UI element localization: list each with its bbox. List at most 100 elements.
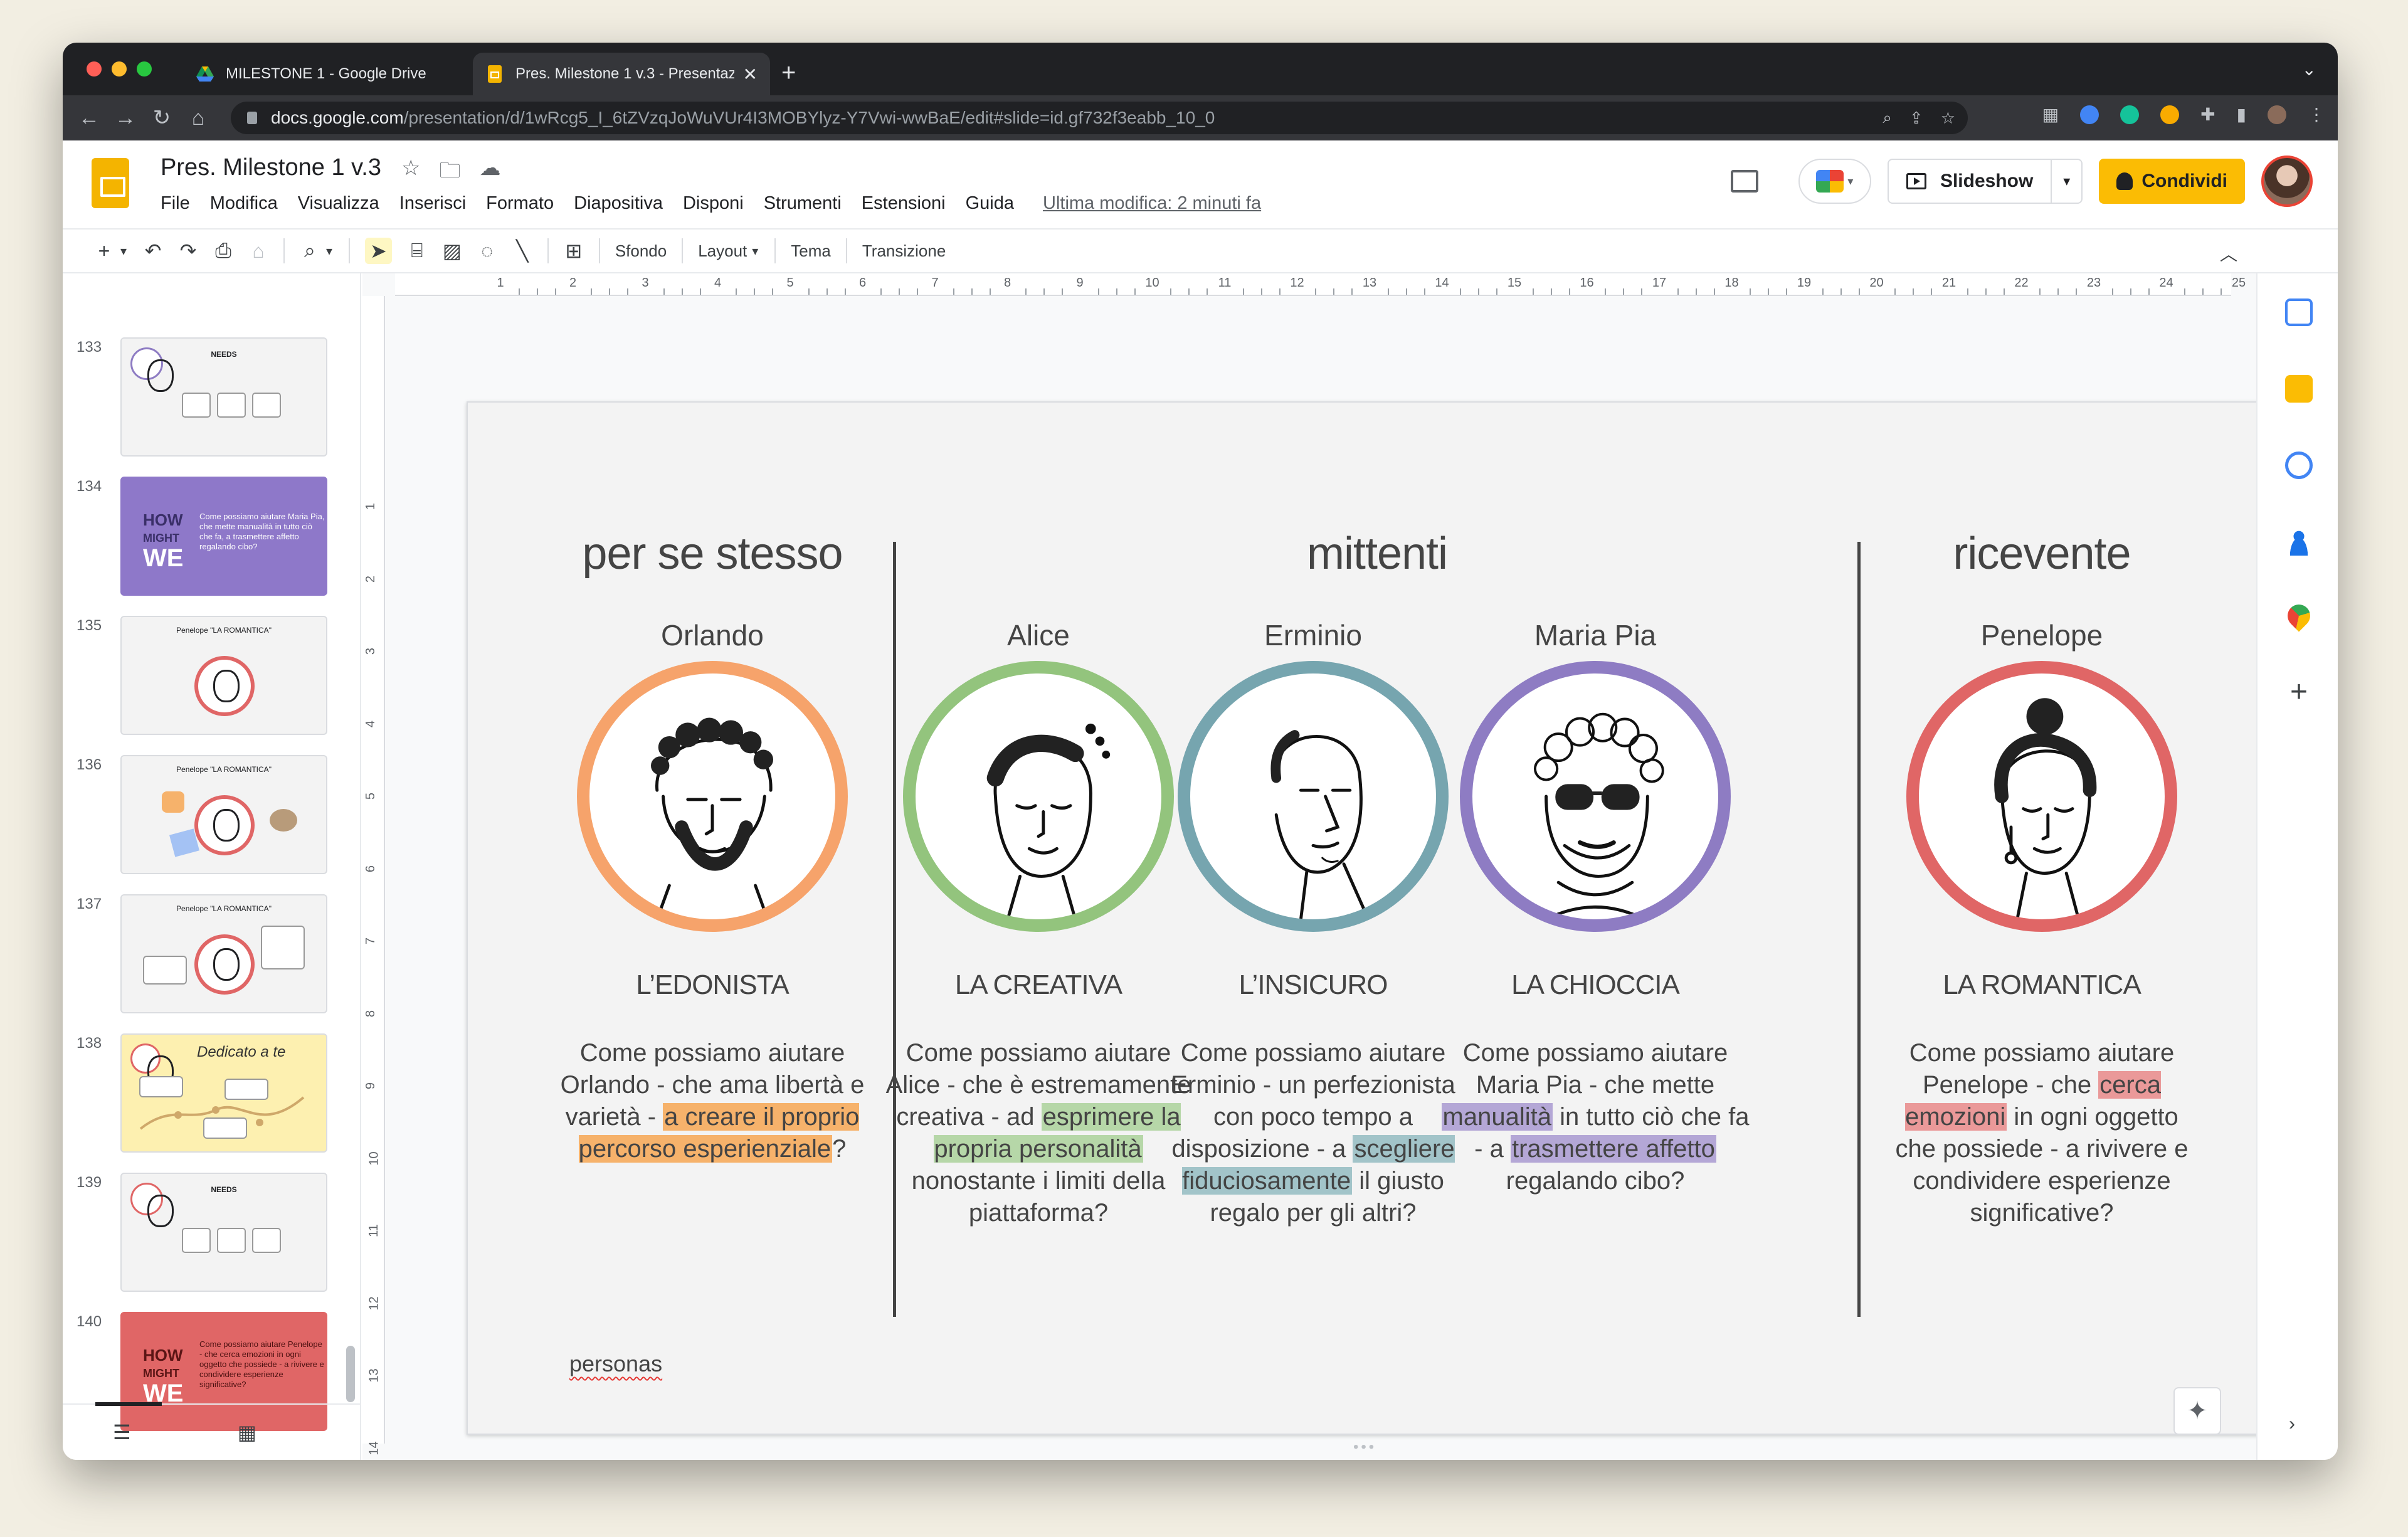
slideshow-start-button[interactable]: Slideshow xyxy=(1889,160,2052,203)
home-icon[interactable]: ⌂ xyxy=(184,104,212,132)
menu-diapositiva[interactable]: Diapositiva xyxy=(574,193,663,214)
filmstrip-slide[interactable]: 134 HOW MIGHT WE Come possiamo aiutare M… xyxy=(63,477,361,603)
shape-icon[interactable]: ◌ xyxy=(477,240,497,263)
explore-button[interactable] xyxy=(2173,1387,2221,1435)
grammarly-icon[interactable] xyxy=(2120,105,2140,124)
browser-menu-icon[interactable]: ⋮ xyxy=(2308,104,2325,125)
slide-thumbnail[interactable]: Penelope "LA ROMANTICA" xyxy=(120,616,327,735)
text-box-icon[interactable]: ⌸ xyxy=(407,239,427,263)
line-icon[interactable]: ╲ xyxy=(512,239,532,263)
filmstrip-slide[interactable]: 138 Dedicato a te xyxy=(63,1033,361,1160)
chevron-down-icon[interactable]: ▾ xyxy=(325,243,334,259)
background-button[interactable]: Sfondo xyxy=(615,241,667,261)
extensions-puzzle-icon[interactable]: ✚ xyxy=(2200,104,2215,125)
close-window-button[interactable] xyxy=(87,61,102,77)
menu-inserisci[interactable]: Inserisci xyxy=(399,193,466,214)
extension-grid-icon[interactable]: ▦ xyxy=(2042,104,2059,125)
menu-guida[interactable]: Guida xyxy=(966,193,1014,214)
meet-button[interactable]: ▾ xyxy=(1798,159,1871,204)
reload-icon[interactable]: ↻ xyxy=(148,104,176,132)
chevron-down-icon[interactable]: ▾ xyxy=(751,243,759,259)
notes-drag-handle[interactable]: ••• xyxy=(1353,1439,1376,1456)
new-slide-icon[interactable]: + xyxy=(94,240,114,263)
slide-thumbnail[interactable]: HOW MIGHT WE Come possiamo aiutare Maria… xyxy=(120,477,327,596)
transition-button[interactable]: Transizione xyxy=(862,241,946,261)
star-icon[interactable]: ☆ xyxy=(401,156,420,191)
slide-thumbnail[interactable]: NEEDS xyxy=(120,337,327,457)
contacts-icon[interactable] xyxy=(2285,528,2313,556)
grid-view-icon[interactable]: ▦ xyxy=(238,1420,256,1444)
filmstrip-slide[interactable]: 135 Penelope "LA ROMANTICA" xyxy=(63,616,361,742)
persona-portrait[interactable] xyxy=(1460,661,1731,932)
url-input[interactable]: docs.google.com/presentation/d/1wRcg5_I_… xyxy=(231,102,1968,134)
select-cursor-icon[interactable]: ➤ xyxy=(365,238,392,264)
close-tab-icon[interactable]: ✕ xyxy=(743,64,758,85)
slide-thumbnail[interactable]: Penelope "LA ROMANTICA" xyxy=(120,894,327,1013)
cloud-saved-icon[interactable]: ☁ xyxy=(479,156,500,191)
side-panel-icon[interactable]: ▮ xyxy=(2237,104,2246,125)
tab-search-icon[interactable]: ⌄ xyxy=(2302,59,2316,80)
document-title[interactable]: Pres. Milestone 1 v.3 xyxy=(161,154,381,181)
slide-thumbnail[interactable]: NEEDS xyxy=(120,1173,327,1292)
avatar[interactable] xyxy=(2261,156,2313,207)
forward-icon[interactable]: → xyxy=(112,104,139,132)
redo-icon[interactable]: ↷ xyxy=(178,239,198,263)
minimize-window-button[interactable] xyxy=(112,61,127,77)
list-view-icon[interactable]: ☰ xyxy=(113,1420,131,1444)
expand-side-panel-icon[interactable]: › xyxy=(2289,1413,2295,1435)
horizontal-ruler[interactable]: 1 2 3 4 5 6 7 8 9 10 11 12 13 14 15 16 17 18 19 20 21 22 23 24 2… xyxy=(395,273,2294,296)
maps-icon[interactable] xyxy=(2283,599,2315,632)
keep-icon[interactable] xyxy=(2285,375,2313,403)
zoom-icon[interactable]: ⌕ xyxy=(300,239,320,263)
share-button[interactable]: Condividi xyxy=(2099,159,2245,204)
menu-disponi[interactable]: Disponi xyxy=(683,193,744,214)
print-icon[interactable]: ⎙ xyxy=(213,239,233,263)
folder-move-icon[interactable]: 🗀 xyxy=(439,156,460,191)
filmstrip-slide[interactable]: 136 Penelope "LA ROMANTICA" xyxy=(63,755,361,882)
last-edit-link[interactable]: Ultima modifica: 2 minuti fa xyxy=(1043,193,1261,214)
extension-hand-icon[interactable] xyxy=(2160,105,2180,124)
persona-portrait[interactable] xyxy=(1178,661,1449,932)
share-page-icon[interactable]: ⇪ xyxy=(1909,108,1923,128)
extension-shield-icon[interactable] xyxy=(2080,105,2099,124)
persona-portrait[interactable] xyxy=(903,661,1174,932)
slides-home-icon[interactable] xyxy=(92,158,129,208)
menu-strumenti[interactable]: Strumenti xyxy=(764,193,842,214)
slideshow-options-icon[interactable]: ▾ xyxy=(2052,173,2081,189)
filmstrip-slide[interactable]: 133 NEEDS xyxy=(63,337,361,464)
slideshow-button[interactable]: Slideshow ▾ xyxy=(1887,159,2083,204)
tab-slides[interactable]: Pres. Milestone 1 v.3 - Presentazione ✕ xyxy=(473,53,770,95)
zoom-icon[interactable]: ⌕ xyxy=(1883,108,1892,128)
filmstrip-slide[interactable]: 139 NEEDS xyxy=(63,1173,361,1299)
slide-thumbnail[interactable]: Dedicato a te xyxy=(120,1033,327,1153)
collapse-menus-icon[interactable]: ︿ xyxy=(2220,241,2237,266)
back-icon[interactable]: ← xyxy=(75,104,103,132)
paint-format-icon[interactable]: ⌂ xyxy=(248,240,268,263)
slide-thumbnail[interactable]: Penelope "LA ROMANTICA" xyxy=(120,755,327,874)
maximize-window-button[interactable] xyxy=(137,61,152,77)
add-comment-icon[interactable]: ⊞ xyxy=(564,239,584,263)
comment-icon[interactable] xyxy=(1730,170,1758,193)
add-addon-icon[interactable]: + xyxy=(2285,675,2313,709)
menu-file[interactable]: File xyxy=(161,193,190,214)
menu-visualizza[interactable]: Visualizza xyxy=(298,193,379,214)
theme-button[interactable]: Tema xyxy=(791,241,831,261)
chevron-down-icon[interactable]: ▾ xyxy=(119,243,128,259)
calendar-icon[interactable] xyxy=(2285,298,2313,326)
new-tab-button[interactable]: + xyxy=(781,60,796,85)
slide-canvas[interactable]: per se stesso mittenti ricevente Orlando… xyxy=(467,401,2303,1435)
undo-icon[interactable]: ↶ xyxy=(143,239,163,263)
image-icon[interactable]: ▨ xyxy=(442,239,462,263)
tasks-icon[interactable] xyxy=(2285,452,2313,479)
filmstrip-scrollbar[interactable] xyxy=(346,1346,355,1402)
vertical-ruler[interactable]: 1 2 3 4 5 6 7 8 9 10 11 12 13 14 xyxy=(362,296,385,1455)
filmstrip-slide[interactable]: 137 Penelope "LA ROMANTICA" xyxy=(63,894,361,1021)
profile-avatar-icon[interactable] xyxy=(2268,105,2286,124)
menu-formato[interactable]: Formato xyxy=(486,193,554,214)
menu-estensioni[interactable]: Estensioni xyxy=(862,193,946,214)
persona-portrait[interactable] xyxy=(577,661,848,932)
persona-portrait[interactable] xyxy=(1906,661,2177,932)
layout-button[interactable]: Layout xyxy=(698,241,747,261)
bookmark-star-icon[interactable]: ☆ xyxy=(1941,108,1955,128)
menu-modifica[interactable]: Modifica xyxy=(210,193,278,214)
